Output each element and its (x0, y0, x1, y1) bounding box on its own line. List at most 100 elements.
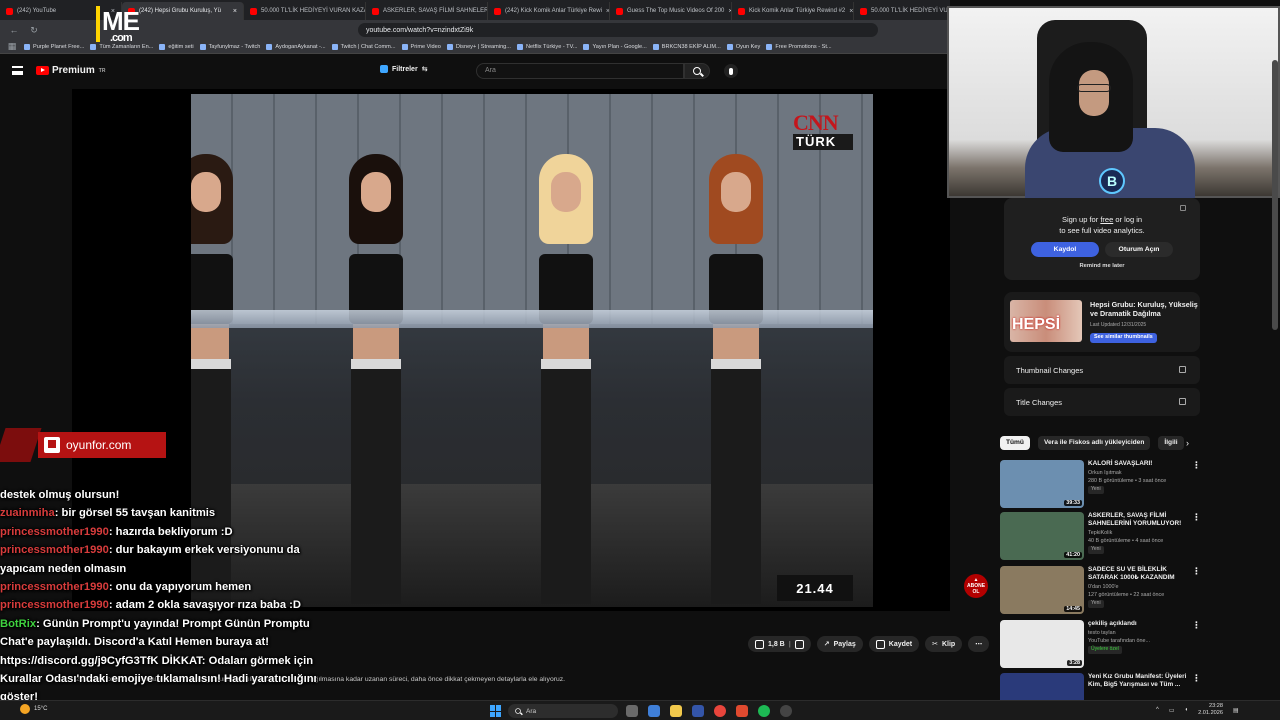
premium-label: Premium (52, 65, 95, 76)
bookmark-label: BRKCN38 EKİP ALIM... (661, 43, 721, 50)
voice-search-button[interactable] (724, 64, 738, 78)
title-changes-row[interactable]: Title Changes (1004, 388, 1200, 416)
bookmark-item[interactable]: Free Promotions - St... (766, 43, 832, 50)
file-explorer-icon[interactable] (670, 705, 682, 717)
bookmark-item[interactable]: eğitim seti (159, 43, 194, 50)
search-button[interactable] (684, 63, 710, 79)
more-options-icon[interactable]: ⋮ (1192, 620, 1201, 631)
bookmark-label: Free Promotions - St... (775, 43, 832, 50)
menu-icon[interactable] (12, 66, 23, 75)
more-options-icon[interactable]: ⋮ (1192, 673, 1201, 684)
browser-tab[interactable]: 50.000 TL'LİK HEDİYEYİ VURAN KAZA× (244, 2, 366, 20)
recommended-video[interactable]: 39:33 KALORİ SAVAŞLARI! Orkun Işıtmak 280 B… (1000, 460, 1201, 510)
chat-username: princessmother1990 (0, 599, 109, 612)
bookmark-item[interactable]: Oyun Key (726, 43, 760, 50)
taskbar-search-label: Ara (526, 707, 537, 715)
bookmark-item[interactable]: Purple Planet Free... (24, 43, 84, 50)
video-title[interactable]: Yeni Kız Grubu Manifest: Üyeleri Kim, Bi… (1088, 673, 1188, 690)
chevron-right-icon[interactable]: › (1186, 438, 1189, 448)
clock[interactable]: 23:28 2.01.2026 (1198, 703, 1223, 717)
channel-name[interactable]: Orkun Işıtmak (1088, 470, 1122, 478)
bookmark-item[interactable]: Disney+ | Streaming... (446, 43, 511, 50)
recommended-video[interactable]: 3:28 çekiliş açıklandı testo taylan YouTube… (1000, 620, 1201, 670)
discord-icon[interactable] (692, 705, 704, 717)
chat-message: princessmother1990: onu da yapıyorum hem… (0, 578, 330, 596)
bookmark-item[interactable]: Twitch | Chat Comm... (331, 43, 396, 50)
login-button[interactable]: Oturum Açın (1105, 242, 1173, 257)
windows-start-icon[interactable] (490, 705, 502, 717)
more-actions-button[interactable]: ⋯ (968, 636, 990, 652)
clip-button[interactable]: ✂ Klip (925, 636, 963, 652)
save-button[interactable]: Kaydet (868, 636, 920, 652)
page-scrollbar[interactable] (1272, 60, 1278, 330)
youtube-logo[interactable]: Premium TR (36, 65, 105, 76)
recommended-video[interactable]: 41:20 ASKERLER, SAVAŞ FİLMİ SAHNELERİNİ Y… (1000, 512, 1201, 562)
search-input[interactable]: Ara (476, 63, 684, 79)
history-card[interactable]: HEPSİ Hepsi Grubu: Kuruluş, Yükseliş ve … (1004, 292, 1200, 352)
taskbar-search[interactable]: Ara (508, 704, 618, 718)
video-title[interactable]: SADECE SU VE BİLEKLİK SATARAK 1000₺ KAZA… (1088, 566, 1188, 583)
video-thumbnail[interactable]: 14:45 (1000, 566, 1084, 614)
channel-name[interactable]: 0'dan 1000'e (1088, 584, 1119, 592)
more-options-icon[interactable]: ⋮ (1192, 460, 1201, 471)
bookmark-label: Tayfunylmaz - Twitch (208, 43, 261, 50)
spotify-icon[interactable] (758, 705, 770, 717)
bookmark-item[interactable]: AydoganAykanat -... (266, 43, 326, 50)
browser-tab[interactable]: Guess The Top Music Videos Of 200× (610, 2, 732, 20)
remind-later-link[interactable]: Remind me later (1004, 263, 1200, 269)
brave-icon[interactable] (736, 705, 748, 717)
browser-tab[interactable]: 50.000 TL'LİK HEDİYEYİ VURAN KAZA× (854, 2, 950, 20)
video-title[interactable]: ASKERLER, SAVAŞ FİLMİ SAHNELERİNİ YORUML… (1088, 512, 1188, 529)
more-options-icon[interactable]: ⋮ (1192, 566, 1201, 577)
bookmark-item[interactable]: Netflix Türkiye - TV... (516, 43, 577, 50)
thumbs-down-icon[interactable] (794, 639, 804, 649)
edge-icon[interactable] (648, 705, 660, 717)
filter-chip[interactable]: Tümü (1000, 436, 1030, 450)
chrome-icon[interactable] (714, 705, 726, 717)
browser-tab[interactable]: ASKERLER, SAVAŞ FİLMİ SAHNELERİ× (366, 2, 488, 20)
more-options-icon[interactable]: ⋮ (1192, 512, 1201, 523)
recommended-video[interactable]: 14:45 SADECE SU VE BİLEKLİK SATARAK 1000₺… (1000, 566, 1201, 616)
bookmark-item[interactable]: Yayın Plan - Google... (583, 43, 647, 50)
obs-icon[interactable] (780, 705, 792, 717)
browser-tab[interactable]: Kick Komik Anlar Türkiye Rewind #2 × (732, 2, 854, 20)
filter-icon (380, 65, 388, 73)
filter-chip[interactable]: Vera ile Fiskos adlı yükleyiciden (1037, 436, 1151, 450)
bookmark-favicon-icon (401, 43, 408, 50)
ext-free-link[interactable]: free (1100, 215, 1113, 224)
filters-label: Filtreler (392, 65, 418, 73)
url-bar[interactable]: youtube.com/watch?v=nzindxtZi9k (358, 23, 878, 37)
thumbnail-changes-row[interactable]: Thumbnail Changes (1004, 356, 1200, 384)
tray-chevron-icon[interactable]: ^ (1156, 707, 1159, 713)
filters-button[interactable]: Filtreler ⇆ (380, 65, 428, 73)
close-tab-icon[interactable]: × (849, 8, 853, 15)
video-title[interactable]: çekiliş açıklandı (1088, 620, 1188, 628)
row-label: Thumbnail Changes (1016, 365, 1084, 375)
video-meta: 40 B görüntüleme • 4 saat önce (1088, 538, 1164, 544)
signup-button[interactable]: Kaydol (1031, 242, 1099, 257)
video-title[interactable]: KALORİ SAVAŞLARI! (1088, 460, 1188, 468)
like-button[interactable]: 1,8 B | (748, 636, 811, 652)
bookmark-item[interactable]: Prime Video (401, 43, 441, 50)
close-tab-icon[interactable]: × (233, 8, 237, 15)
similar-thumbnails-button[interactable]: See similar thumbnails (1090, 333, 1157, 343)
channel-name[interactable]: testo taylan (1088, 630, 1116, 638)
notification-icon[interactable]: ▤ (1233, 707, 1239, 714)
channel-name[interactable]: TepkiKolik (1088, 530, 1112, 538)
bookmark-item[interactable]: Tayfunylmaz - Twitch (199, 43, 261, 50)
filter-chip[interactable]: İlgili (1158, 436, 1184, 450)
back-icon[interactable]: ← (8, 25, 20, 35)
reload-icon[interactable]: ↻ (28, 25, 40, 36)
network-icon[interactable]: ▭ (1169, 707, 1175, 714)
subscribe-overlay[interactable]: ▲ ABONE OL (964, 574, 988, 598)
video-thumbnail[interactable]: 3:28 (1000, 620, 1084, 668)
share-button[interactable]: ↗ Paylaş (816, 636, 863, 652)
apps-grid-icon[interactable]: ▦ (6, 41, 18, 52)
bookmark-item[interactable]: BRKCN38 EKİP ALIM... (652, 43, 721, 50)
task-view-icon[interactable] (626, 705, 638, 717)
video-thumbnail[interactable]: 41:20 (1000, 512, 1084, 560)
video-thumbnail[interactable]: 39:33 (1000, 460, 1084, 508)
weather-widget[interactable]: 15°C (20, 704, 47, 714)
browser-tab[interactable]: (242) Kick Komik Anlar Türkiye Rewi × (488, 2, 610, 20)
volume-icon[interactable]: ◖ (1185, 707, 1189, 713)
